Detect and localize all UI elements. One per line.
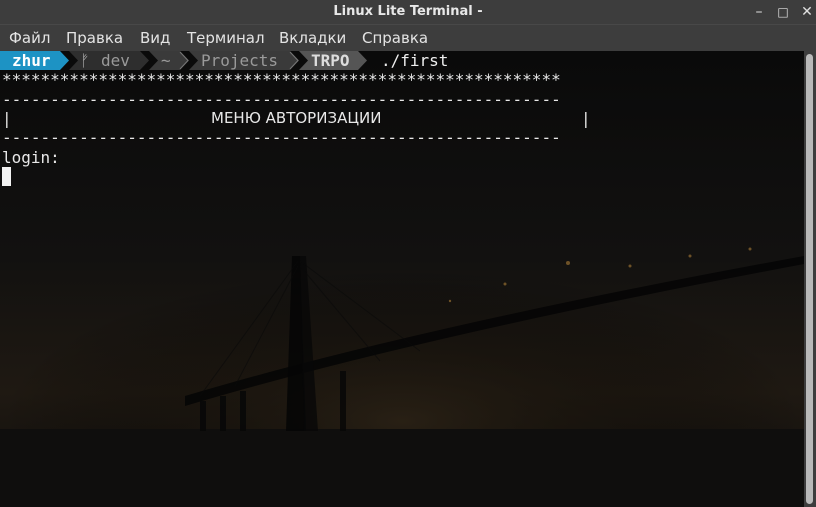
- output-bar-left: |: [2, 109, 12, 128]
- login-prompt: login:: [2, 148, 60, 167]
- wallpaper-image: [0, 51, 804, 507]
- minimize-button[interactable]: –: [748, 0, 770, 24]
- menu-edit[interactable]: Правка: [66, 25, 123, 51]
- menu-heading: МЕНЮ АВТОРИЗАЦИИ: [211, 109, 382, 127]
- menu-file[interactable]: Файл: [9, 25, 50, 51]
- output-dashes-bottom: ----------------------------------------…: [2, 128, 561, 147]
- prompt-path-home: ~: [161, 51, 171, 70]
- menu-bar: Файл Правка Вид Терминал Вкладки Справка: [0, 24, 816, 51]
- maximize-button[interactable]: □: [772, 0, 794, 24]
- menu-help[interactable]: Справка: [362, 25, 428, 51]
- output-dashes-top: ----------------------------------------…: [2, 90, 561, 109]
- prompt-branch: dev: [101, 51, 130, 70]
- prompt-command: ./first: [381, 51, 449, 70]
- menu-terminal[interactable]: Терминал: [187, 25, 265, 51]
- git-branch-icon: ᚠ: [80, 51, 90, 70]
- terminal-window: Linux Lite Terminal - – □ ✕ Файл Правка …: [0, 0, 816, 507]
- text-cursor: [2, 167, 11, 186]
- menu-tabs[interactable]: Вкладки: [279, 25, 346, 51]
- prompt-user: zhur: [12, 51, 51, 70]
- scrollbar-thumb[interactable]: [806, 54, 813, 504]
- prompt-path-projects: Projects: [201, 51, 279, 70]
- output-bar-right: |: [581, 109, 591, 128]
- scrollbar[interactable]: [804, 51, 816, 507]
- window-title: Linux Lite Terminal -: [333, 4, 483, 19]
- menu-view[interactable]: Вид: [140, 25, 170, 51]
- title-bar[interactable]: Linux Lite Terminal - – □ ✕: [0, 0, 816, 24]
- terminal-area[interactable]: zhur ᚠ dev ~ Projects TRPO ./first *****…: [0, 51, 804, 507]
- close-button[interactable]: ✕: [796, 0, 816, 24]
- output-stars-line: ****************************************…: [2, 70, 561, 89]
- prompt-path-current: TRPO: [311, 51, 350, 70]
